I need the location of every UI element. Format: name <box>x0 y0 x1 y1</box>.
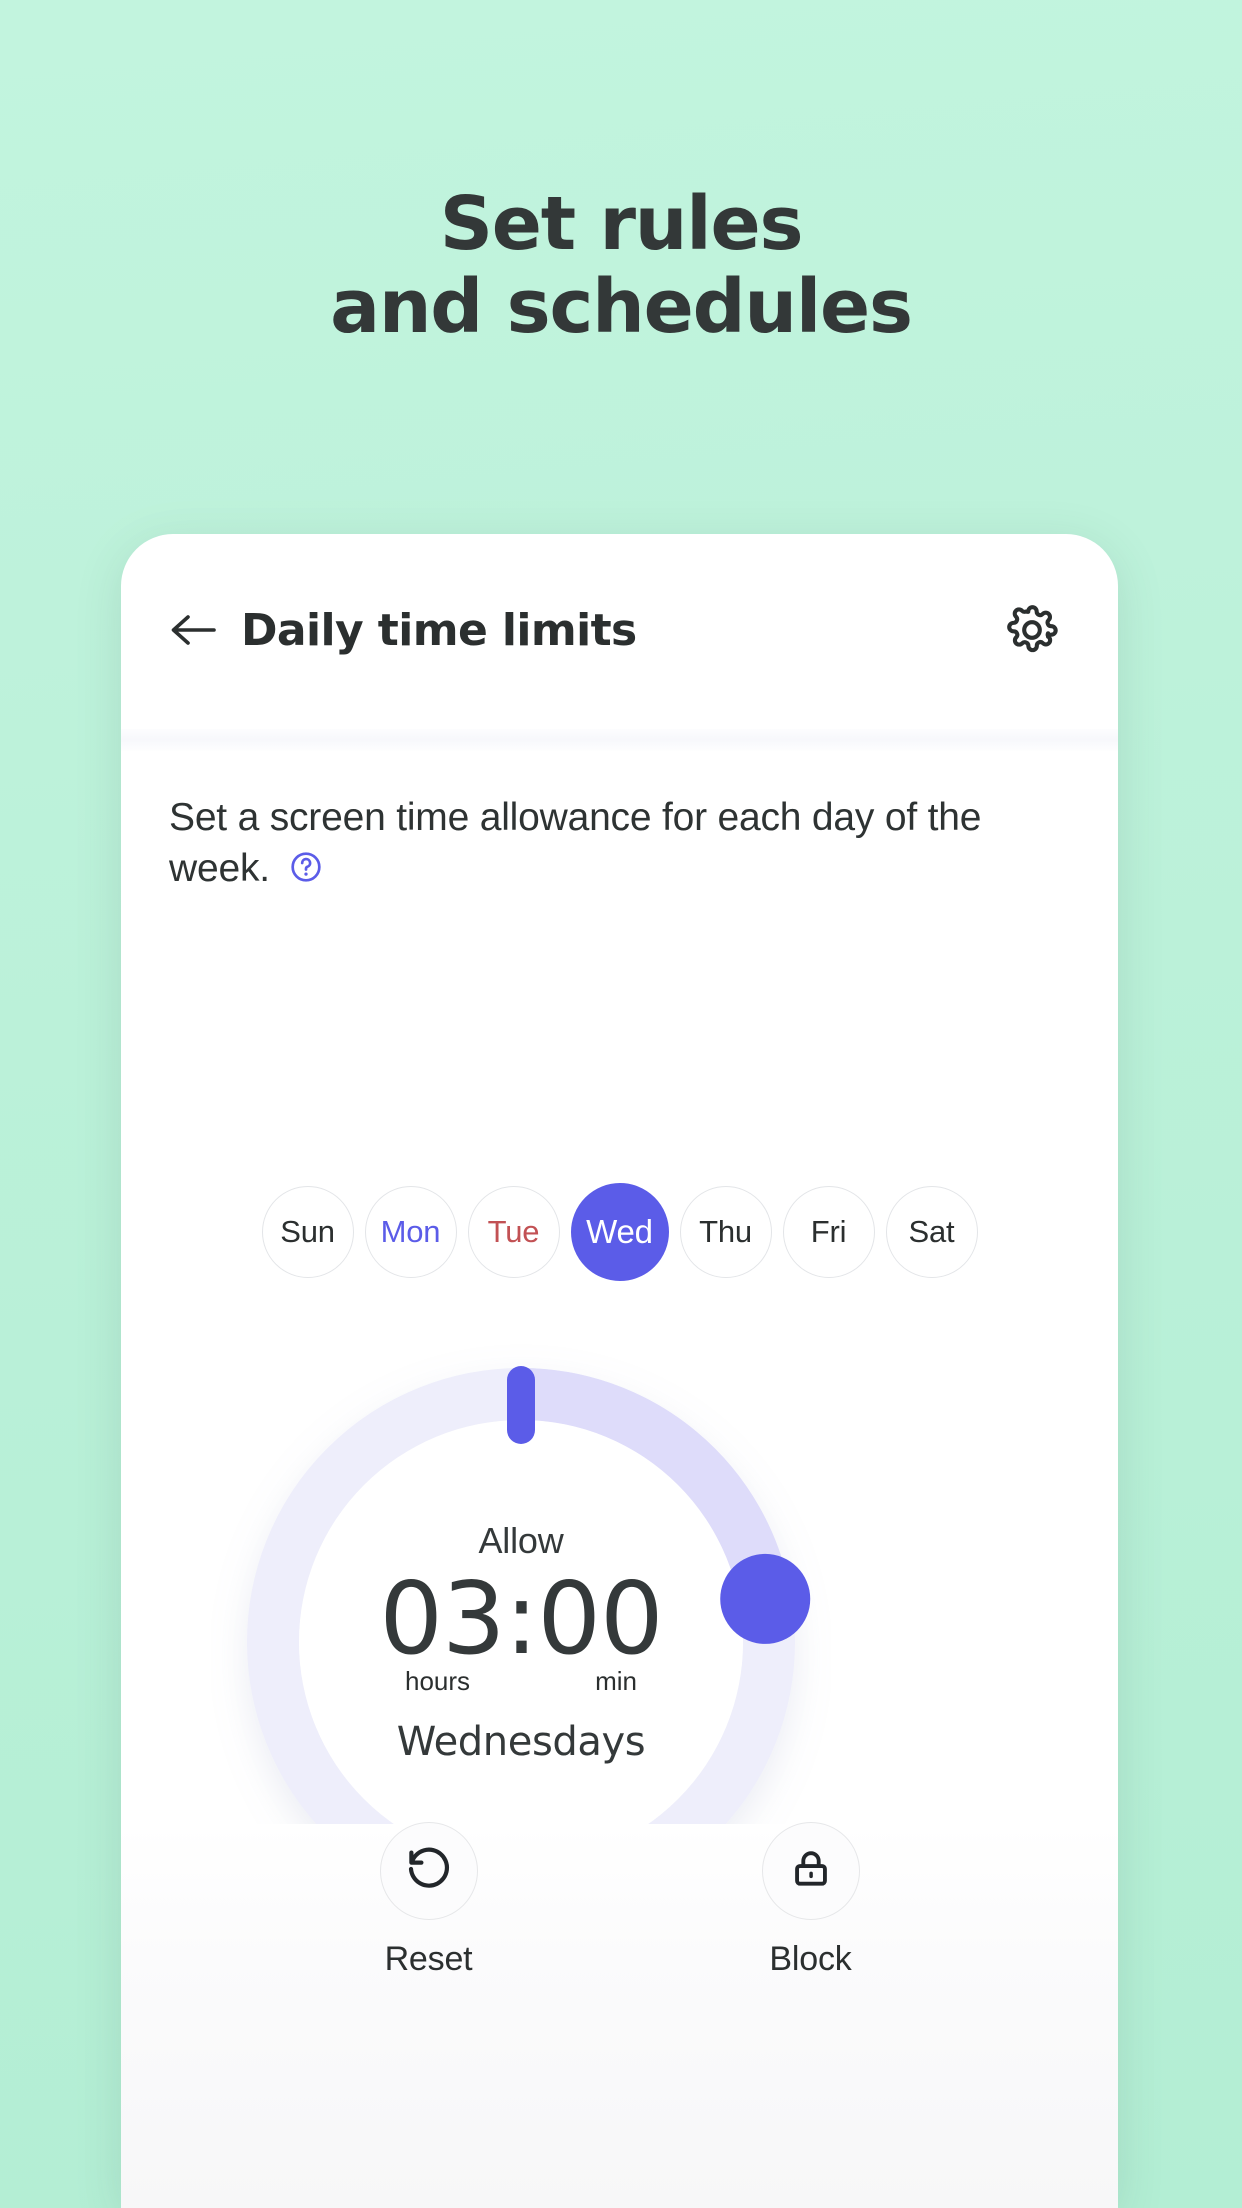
day-chip-mon[interactable]: Mon <box>364 1186 457 1278</box>
day-chip-label: Tue <box>487 1214 540 1249</box>
day-chip-label: Thu <box>699 1214 752 1249</box>
day-chip-sun[interactable]: Sun <box>261 1186 354 1278</box>
reset-button-circle <box>379 1822 478 1920</box>
lock-icon <box>789 1847 833 1896</box>
day-chip-label: Sat <box>908 1214 955 1249</box>
dial-thumb <box>720 1553 811 1644</box>
gear-icon[interactable] <box>1004 602 1060 658</box>
day-chip-thu[interactable]: Thu <box>679 1186 772 1278</box>
block-button[interactable]: Block <box>761 1822 860 1979</box>
reset-button[interactable]: Reset <box>379 1822 478 1979</box>
app-header: Daily time limits <box>121 534 1118 726</box>
promo-headline: Set rules and schedules <box>0 186 1242 346</box>
day-selector: Sun Mon Tue Wed Thu Fri Sat <box>121 1183 1118 1281</box>
day-chip-label: Fri <box>810 1214 847 1249</box>
phone-mockup-card: Daily time limits Set a screen time allo… <box>121 534 1118 2208</box>
screen-description: Set a screen time allowance for each day… <box>169 792 1049 898</box>
dial-start-marker <box>507 1366 535 1444</box>
promo-headline-line2: and schedules <box>330 263 913 350</box>
day-chip-fri[interactable]: Fri <box>782 1186 875 1278</box>
day-chip-tue[interactable]: Tue <box>467 1186 560 1278</box>
arrow-left-icon[interactable] <box>167 604 219 656</box>
day-chip-wed[interactable]: Wed <box>570 1183 669 1281</box>
promo-screenshot: Set rules and schedules Daily time limit… <box>0 0 1242 2208</box>
day-chip-label: Wed <box>586 1213 653 1250</box>
day-chip-label: Mon <box>380 1214 441 1249</box>
day-chip-sat[interactable]: Sat <box>885 1186 978 1278</box>
page-title: Daily time limits <box>241 604 637 656</box>
promo-headline-line1: Set rules <box>439 181 804 267</box>
footer-actions: Reset Block <box>121 1822 1118 1979</box>
rotate-ccw-icon <box>405 1845 453 1898</box>
reset-button-label: Reset <box>384 1940 473 1978</box>
dial-face <box>299 1420 743 1864</box>
question-circle-icon[interactable] <box>289 846 323 897</box>
day-chip-label: Sun <box>280 1214 335 1249</box>
block-button-label: Block <box>769 1940 852 1978</box>
header-divider <box>121 729 1118 751</box>
block-button-circle <box>761 1822 860 1920</box>
